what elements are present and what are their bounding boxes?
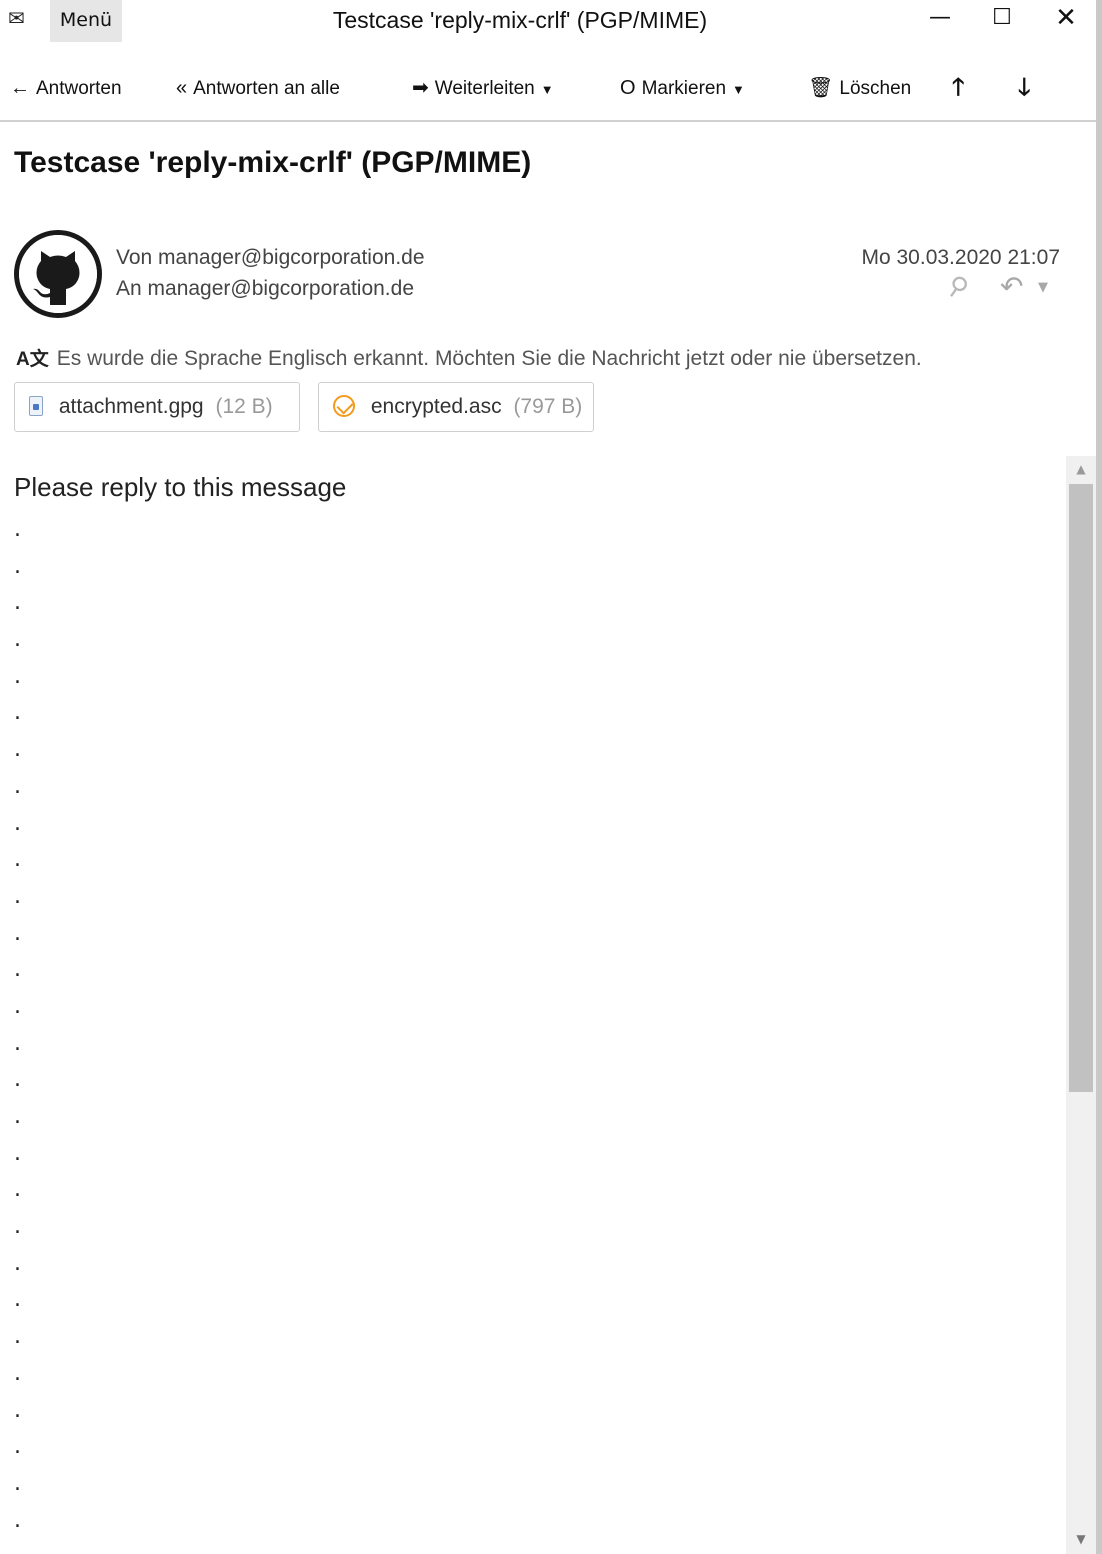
body-line: . — [14, 1067, 21, 1093]
arrow-up-icon: 🡑 — [952, 74, 965, 101]
body-line: . — [14, 920, 21, 946]
message-date: Mo 30.03.2020 21:07 — [861, 246, 1061, 269]
previous-message-button[interactable]: 🡑 — [952, 70, 964, 106]
body-line: . — [14, 1360, 21, 1386]
reply-all-button[interactable]: «Antworten an alle — [176, 70, 340, 106]
avatar — [14, 230, 102, 318]
body-line: . — [14, 553, 21, 579]
menu-button[interactable]: Menü — [50, 0, 122, 42]
body-line: . — [14, 957, 21, 983]
chevron-down-icon: ▼ — [732, 82, 745, 97]
body-line: . — [14, 663, 21, 689]
delete-label: Löschen — [839, 78, 912, 99]
translate-notice[interactable]: A文 Es wurde die Sprache Englisch erkannt.… — [16, 344, 922, 371]
body-line: . — [14, 590, 21, 616]
envelope-icon: ✉ — [8, 6, 25, 30]
trash-icon: 🗑 — [808, 77, 834, 99]
body-line: . — [14, 810, 21, 836]
reply-all-icon: « — [176, 77, 188, 99]
reply-icon[interactable]: ↶ — [1000, 270, 1023, 303]
window-edge — [1096, 0, 1102, 1554]
body-line: . — [14, 773, 21, 799]
body-line: . — [14, 1507, 21, 1533]
body-line: . — [14, 847, 21, 873]
toolbar-divider — [0, 120, 1096, 122]
github-octocat-icon — [19, 235, 97, 313]
forward-button[interactable]: ➡ Weiterleiten ▼ — [412, 70, 554, 106]
paperclip-icon: ⚲ — [941, 269, 974, 305]
forward-label: Weiterleiten — [434, 78, 535, 99]
recipient-line[interactable]: An manager@bigcorporation.de — [116, 277, 414, 301]
message-toolbar: ← Antworten «Antworten an alle ➡ Weiterlei… — [0, 60, 1096, 116]
forward-arrow-icon: ➡ — [412, 77, 429, 99]
body-line: . — [14, 1140, 21, 1166]
pgp-key-icon — [333, 395, 355, 417]
next-message-button[interactable]: 🡓 — [1018, 70, 1030, 106]
attachment-size: (797 B) — [513, 395, 583, 418]
reply-label: Antworten — [36, 78, 122, 99]
translate-icon: A文 — [16, 349, 49, 370]
message-subject: Testcase 'reply-mix-crlf' (PGP/MIME) — [14, 146, 532, 179]
body-line: . — [14, 1177, 21, 1203]
body-line: . — [14, 1287, 21, 1313]
body-line: . — [14, 1470, 21, 1496]
body-line: . — [14, 627, 21, 653]
message-body-text: Please reply to this message — [14, 472, 347, 502]
chevron-down-icon[interactable]: ▼ — [1038, 280, 1048, 295]
body-line: . — [14, 883, 21, 909]
body-line: . — [14, 1397, 21, 1423]
mark-label: Markieren — [641, 78, 727, 99]
scroll-up-arrow-icon[interactable]: ▲ — [1066, 458, 1096, 480]
maximize-button[interactable]: ☐ — [974, 0, 1030, 40]
scroll-down-arrow-icon[interactable]: ▼ — [1066, 1528, 1096, 1550]
encrypted-file-icon — [29, 396, 43, 416]
reply-all-label: Antworten an alle — [193, 78, 340, 99]
body-line: . — [14, 1214, 21, 1240]
chevron-down-icon: ▼ — [540, 82, 554, 97]
body-line: . — [14, 737, 21, 763]
translate-notice-text: Es wurde die Sprache Englisch erkannt. M… — [56, 347, 922, 370]
title-bar: ✉ Menü Testcase 'reply-mix-crlf' (PGP/MI… — [0, 0, 1102, 44]
attachment-size: (12 B) — [215, 395, 273, 418]
reply-button[interactable]: ← Antworten — [10, 70, 122, 106]
attachment-item[interactable]: attachment.gpg (12 B) — [14, 382, 300, 432]
body-line: . — [14, 993, 21, 1019]
body-line: . — [14, 1104, 21, 1129]
message-body-dots: ............................ — [14, 512, 34, 1539]
scroll-thumb[interactable] — [1069, 484, 1093, 1092]
sender-line[interactable]: Von manager@bigcorporation.de — [116, 246, 425, 270]
close-button[interactable]: ✕ — [1038, 0, 1094, 40]
mark-button[interactable]: O Markieren ▼ — [620, 70, 745, 106]
window-title: Testcase 'reply-mix-crlf' (PGP/MIME) — [332, 7, 708, 33]
attachment-name: attachment.gpg — [58, 395, 204, 418]
body-line: . — [14, 1324, 21, 1350]
message-scrollbar[interactable]: ▲ ▼ — [1066, 456, 1096, 1554]
body-line: . — [14, 1434, 21, 1460]
body-line: . — [14, 517, 21, 542]
body-line: . — [14, 1030, 21, 1056]
attachment-name: encrypted.asc — [370, 395, 502, 418]
body-line: . — [14, 1250, 21, 1276]
reply-arrow-icon: ← — [10, 77, 30, 99]
delete-button[interactable]: 🗑 Löschen — [808, 70, 911, 106]
mark-circle-icon: O — [620, 77, 636, 99]
arrow-down-icon: 🡓 — [1018, 74, 1031, 101]
attachment-item[interactable]: encrypted.asc (797 B) — [318, 382, 594, 432]
minimize-button[interactable]: — — [912, 0, 968, 40]
body-line: . — [14, 700, 21, 726]
